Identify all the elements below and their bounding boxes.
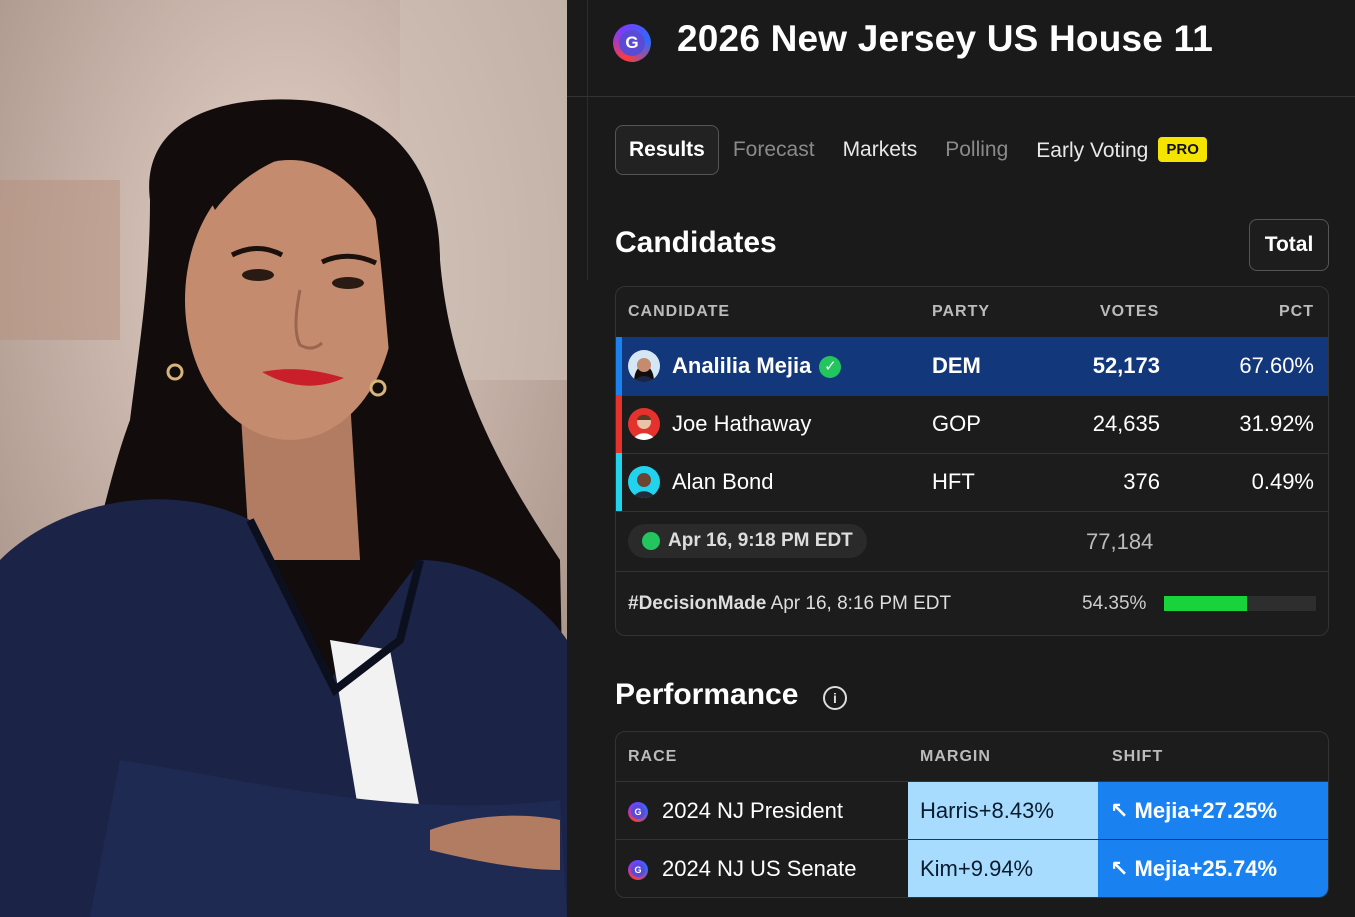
tab-bar: Results Forecast Markets Polling Early V… [615,124,1235,176]
decision-row: #DecisionMade Apr 16, 8:16 PM EDT 54.35% [616,572,1328,635]
pro-badge: PRO [1158,137,1207,162]
tab-results[interactable]: Results [615,125,719,175]
bond-avatar-icon [628,466,660,498]
candidate-pct: 67.60% [1239,353,1314,378]
candidate-name-text: Analilia Mejia [672,353,812,378]
page-title: 2026 New Jersey US House 11 [677,18,1214,59]
performance-table: RACE MARGIN SHIFT G 2024 NJ President Ha… [615,731,1329,898]
candidate-row-bond[interactable]: Alan Bond HFT 376 0.49% [616,453,1328,512]
performance-heading: Performance [615,678,799,711]
candidate-pct: 0.49% [1251,469,1314,494]
totals-row: Apr 16, 9:18 PM EDT 77,184 [616,511,1328,572]
brand-logo-icon[interactable]: G [613,24,651,62]
header-race: RACE [628,748,678,765]
performance-row[interactable]: G 2024 NJ US Senate Kim+9.94% ↖ Mejia+25… [616,839,1328,897]
candidates-table-header: CANDIDATE PARTY VOTES PCT [616,287,1328,338]
header-shift: SHIFT [1112,748,1164,765]
shift-value: ↖ Mejia+25.74% [1110,856,1278,881]
total-button[interactable]: Total [1249,219,1329,271]
race-logo-icon: G [628,802,648,822]
info-icon[interactable]: i [823,686,847,710]
header-candidate[interactable]: CANDIDATE [628,303,730,321]
last-updated-text: Apr 16, 9:18 PM EDT [668,530,853,551]
party-color-bar [616,337,622,395]
tab-early-voting[interactable]: Early Voting PRO [1036,137,1207,163]
candidate-pct: 31.92% [1239,411,1314,436]
margin-cell: Harris+8.43% [908,782,1098,840]
race-logo-icon: G [628,860,648,880]
portrait-illustration [0,0,567,917]
candidate-row-mejia[interactable]: Analilia Mejia ✓ DEM 52,173 67.60% [616,337,1328,396]
shift-value: ↖ Mejia+27.25% [1110,798,1278,823]
header-party[interactable]: PARTY [932,303,990,321]
decision-info: #DecisionMade Apr 16, 8:16 PM EDT [628,593,951,615]
candidate-name: Joe Hathaway [672,411,812,436]
shift-cell: ↖ Mejia+27.25% [1098,782,1328,840]
reporting-progress-bar [1164,596,1316,611]
last-updated-pill: Apr 16, 9:18 PM EDT [628,524,867,558]
margin-cell: Kim+9.94% [908,840,1098,897]
reporting-progress-fill [1164,596,1247,611]
party-color-bar [616,395,622,453]
header-pct[interactable]: PCT [1279,303,1314,321]
tab-markets[interactable]: Markets [843,138,918,162]
winner-check-icon: ✓ [819,356,842,378]
candidate-photo [0,0,567,917]
election-results-panel: G 2026 New Jersey US House 11 Results Fo… [567,0,1355,917]
margin-value: Kim+9.94% [920,856,1034,881]
candidate-votes: 52,173 [1092,353,1160,378]
header-margin: MARGIN [920,748,991,765]
tab-polling[interactable]: Polling [945,138,1008,162]
race-name: 2024 NJ President [662,798,843,823]
candidate-name: Analilia Mejia ✓ [672,353,842,379]
page-header: G 2026 New Jersey US House 11 [567,0,1355,97]
candidate-votes: 24,635 [1092,411,1160,436]
candidates-heading: Candidates [615,226,777,259]
shift-cell: ↖ Mejia+25.74% [1098,840,1328,897]
party-color-bar [616,453,622,511]
candidate-party: HFT [932,469,975,494]
candidate-name: Alan Bond [672,469,774,494]
mejia-avatar-icon [628,350,660,382]
race-name: 2024 NJ US Senate [662,856,857,881]
hathaway-avatar-icon [628,408,660,440]
performance-row[interactable]: G 2024 NJ President Harris+8.43% ↖ Mejia… [616,781,1328,840]
candidate-party: DEM [932,353,981,378]
reporting-percent: 54.35% [1082,593,1147,614]
live-status-dot-icon [642,532,660,550]
decision-time: Apr 16, 8:16 PM EDT [770,593,952,614]
brand-logo-letter: G [619,30,645,56]
margin-value: Harris+8.43% [920,798,1054,823]
candidate-party: GOP [932,411,981,436]
header-votes[interactable]: VOTES [1100,303,1159,321]
candidates-table: CANDIDATE PARTY VOTES PCT Analilia Mejia… [615,286,1329,636]
candidate-row-hathaway[interactable]: Joe Hathaway GOP 24,635 31.92% [616,395,1328,454]
decision-tag[interactable]: #DecisionMade [628,593,766,614]
tab-forecast[interactable]: Forecast [733,138,815,162]
total-votes: 77,184 [1086,529,1154,554]
tab-early-voting-label: Early Voting [1036,139,1149,162]
candidate-votes: 376 [1123,469,1160,494]
